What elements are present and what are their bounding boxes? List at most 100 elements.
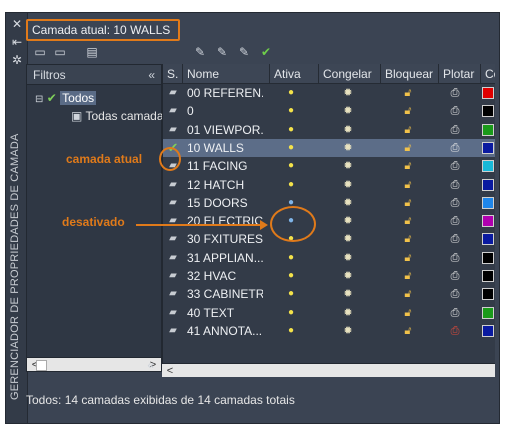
- plot-icon[interactable]: ⎙: [448, 212, 462, 230]
- plot-icon[interactable]: ⎙: [448, 84, 462, 102]
- freeze-sun-icon[interactable]: ✹: [342, 322, 354, 340]
- unlock-icon[interactable]: 🔓︎: [401, 304, 415, 322]
- filter-tree-item-all[interactable]: ⊟ ✔ Todos: [35, 89, 97, 107]
- plot-icon[interactable]: ⎙: [448, 121, 462, 139]
- freeze-sun-icon[interactable]: ✹: [342, 230, 354, 248]
- layer-color-swatch[interactable]: [482, 123, 494, 136]
- bulb-on-icon[interactable]: ●: [285, 157, 297, 175]
- column-header-on[interactable]: Ativa: [270, 64, 319, 84]
- bulb-on-icon[interactable]: ●: [285, 267, 297, 285]
- layer-row[interactable]: ▰ 12 HATCH ● ✹ 🔓︎ ⎙: [163, 176, 495, 194]
- layer-row[interactable]: ▰ 01 VIEWPOR... ● ✹ 🔓︎ ⎙: [163, 121, 495, 139]
- plot-icon[interactable]: ⎙: [448, 267, 462, 285]
- layer-row[interactable]: ▰ 00 REFEREN... ● ✹ 🔓︎ ⎙: [163, 84, 495, 102]
- bulb-on-icon[interactable]: ●: [285, 285, 297, 303]
- layer-color-swatch[interactable]: [482, 141, 494, 154]
- close-icon[interactable]: ✕: [10, 17, 24, 31]
- bulb-on-icon[interactable]: ●: [285, 176, 297, 194]
- plot-icon[interactable]: ⎙: [448, 139, 462, 157]
- layer-name[interactable]: 01 VIEWPOR...: [187, 121, 263, 139]
- bulb-on-icon[interactable]: ●: [285, 139, 297, 157]
- bulb-on-icon[interactable]: ●: [285, 121, 297, 139]
- unlock-icon[interactable]: 🔓︎: [401, 322, 415, 340]
- column-header-plot[interactable]: Plotar: [439, 64, 481, 84]
- unlock-icon[interactable]: 🔓︎: [401, 194, 415, 212]
- freeze-sun-icon[interactable]: ✹: [342, 249, 354, 267]
- unlock-icon[interactable]: 🔓︎: [401, 102, 415, 120]
- layer-color-swatch[interactable]: [482, 233, 494, 246]
- unlock-icon[interactable]: 🔓︎: [401, 84, 415, 102]
- layer-name[interactable]: 15 DOORS: [187, 194, 263, 212]
- unlock-icon[interactable]: 🔓︎: [401, 176, 415, 194]
- layer-color-swatch[interactable]: [482, 324, 494, 337]
- new-filter-icon[interactable]: ▭: [32, 44, 48, 60]
- set-current-icon[interactable]: ✔: [258, 44, 274, 60]
- unlock-icon[interactable]: 🔓︎: [401, 285, 415, 303]
- layer-color-swatch[interactable]: [482, 105, 494, 118]
- bulb-on-icon[interactable]: ●: [285, 322, 297, 340]
- column-header-freeze[interactable]: Congelar: [319, 64, 381, 84]
- plot-icon[interactable]: ⎙: [448, 249, 462, 267]
- freeze-sun-icon[interactable]: ✹: [342, 121, 354, 139]
- plot-icon[interactable]: ⎙: [448, 176, 462, 194]
- freeze-sun-icon[interactable]: ✹: [342, 84, 354, 102]
- layer-name[interactable]: 31 APPLIAN...: [187, 249, 263, 267]
- unlock-icon[interactable]: 🔓︎: [401, 212, 415, 230]
- unlock-icon[interactable]: 🔓︎: [401, 249, 415, 267]
- layer-color-swatch[interactable]: [482, 251, 494, 264]
- filter-tree-item-all-used[interactable]: ▣ Todas camadas: [71, 107, 163, 125]
- column-header-color[interactable]: Co: [481, 64, 495, 84]
- bulb-on-icon[interactable]: ●: [285, 304, 297, 322]
- layer-row[interactable]: ✔ 10 WALLS ● ✹ 🔓︎ ⎙: [163, 138, 495, 158]
- layer-color-swatch[interactable]: [482, 87, 494, 99]
- layer-name[interactable]: 33 CABINETRY: [187, 285, 263, 303]
- column-header-name[interactable]: Nome: [183, 64, 270, 84]
- delete-layer-icon[interactable]: ✎: [236, 44, 252, 60]
- layer-name[interactable]: 00 REFEREN...: [187, 84, 263, 102]
- layer-name[interactable]: 32 HVAC: [187, 267, 263, 285]
- plot-icon[interactable]: ⎙: [448, 194, 462, 212]
- settings-icon[interactable]: ✲: [10, 53, 24, 67]
- layer-color-swatch[interactable]: [482, 288, 494, 301]
- layer-name[interactable]: 20 ELECTRIC...: [187, 212, 263, 230]
- layer-row[interactable]: ▰ 33 CABINETRY ● ✹ 🔓︎ ⎙: [163, 285, 495, 303]
- collapse-filters-bottom-button[interactable]: «: [147, 355, 154, 375]
- layer-states-icon[interactable]: ▤: [84, 44, 100, 60]
- unlock-icon[interactable]: 🔓︎: [401, 139, 415, 157]
- grid-horizontal-scrollbar[interactable]: <: [162, 363, 495, 377]
- layer-row[interactable]: ▰ 0 ● ✹ 🔓︎ ⎙: [163, 102, 495, 120]
- layer-color-swatch[interactable]: [482, 270, 494, 282]
- layer-name[interactable]: 30 FXITURES: [187, 230, 263, 248]
- tree-expand-icon[interactable]: ⊟: [35, 94, 43, 105]
- collapse-filters-button[interactable]: «: [148, 65, 155, 85]
- freeze-sun-icon[interactable]: ✹: [342, 176, 354, 194]
- unlock-icon[interactable]: 🔓︎: [401, 157, 415, 175]
- layer-row[interactable]: ▰ 30 FXITURES ● ✹ 🔓︎ ⎙: [163, 230, 495, 248]
- layer-row[interactable]: ▰ 31 APPLIAN... ● ✹ 🔓︎ ⎙: [163, 249, 495, 267]
- new-layer-vp-frozen-icon[interactable]: ✎: [214, 44, 230, 60]
- layer-row[interactable]: ▰ 40 TEXT ● ✹ 🔓︎ ⎙: [163, 304, 495, 322]
- new-group-filter-icon[interactable]: ▭: [52, 44, 68, 60]
- plot-icon[interactable]: ⎙: [448, 285, 462, 303]
- pin-icon[interactable]: ⇤: [10, 35, 24, 49]
- layer-name[interactable]: 12 HATCH: [187, 176, 263, 194]
- freeze-sun-icon[interactable]: ✹: [342, 267, 354, 285]
- layer-row[interactable]: ▰ 11 FACING ● ✹ 🔓︎ ⎙: [163, 157, 495, 175]
- layer-name[interactable]: 40 TEXT: [187, 304, 263, 322]
- layer-row[interactable]: ▰20 ELECTRIC...●✹🔓︎⎙: [163, 212, 495, 230]
- plot-icon[interactable]: ⎙: [448, 157, 462, 175]
- layer-color-swatch[interactable]: [482, 306, 494, 319]
- freeze-sun-icon[interactable]: ✹: [342, 139, 354, 157]
- layer-name[interactable]: 11 FACING: [187, 157, 263, 175]
- no-plot-icon[interactable]: ⎙: [448, 322, 462, 340]
- bulb-on-icon[interactable]: ●: [285, 102, 297, 120]
- bulb-on-icon[interactable]: ●: [285, 249, 297, 267]
- bulb-on-icon[interactable]: ●: [285, 84, 297, 102]
- unlock-icon[interactable]: 🔓︎: [401, 267, 415, 285]
- layer-row[interactable]: ▰ 15 DOORS ● ✹ 🔓︎ ⎙: [163, 194, 495, 212]
- scroll-left-icon[interactable]: <: [164, 364, 176, 378]
- unlock-icon[interactable]: 🔓︎: [401, 230, 415, 248]
- freeze-sun-icon[interactable]: ✹: [342, 212, 354, 230]
- layer-row[interactable]: ▰ 32 HVAC ● ✹ 🔓︎ ⎙: [163, 267, 495, 285]
- invert-filter-checkbox[interactable]: [36, 360, 47, 372]
